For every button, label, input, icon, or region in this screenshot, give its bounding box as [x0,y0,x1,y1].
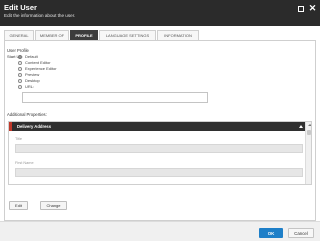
radio-content-editor[interactable]: Content Editor [18,60,51,65]
radio-default[interactable]: Default [18,54,38,59]
radio-preview[interactable]: Preview [18,72,39,77]
change-button[interactable]: Change [40,201,67,210]
radio-label: URL: [25,84,35,89]
radio-label: Experience Editor [25,66,57,71]
first-name-field-label: First Name [15,161,34,165]
radio-button[interactable] [18,78,22,83]
url-input[interactable] [22,92,208,103]
collapse-icon[interactable] [299,124,303,128]
radio-label: Content Editor [25,60,51,65]
dialog-subtitle: Edit the information about the user. [4,13,76,18]
tab-bar: GENERAL MEMBER OF PROFILE LANGUAGE SETTI… [4,30,200,40]
radio-button[interactable] [18,84,22,89]
cancel-button[interactable]: Cancel [288,228,314,238]
radio-button[interactable] [18,66,22,71]
additional-properties-heading: Additional Properties: [7,112,47,117]
maximize-button[interactable] [296,4,305,13]
radio-label: Preview [25,72,40,77]
additional-properties-box: Delivery Address Title First Name [8,121,312,185]
ok-button[interactable]: OK [259,228,283,238]
scrollbar[interactable] [305,122,311,184]
radio-url[interactable]: URL: [18,84,34,89]
dialog-content: GENERAL MEMBER OF PROFILE LANGUAGE SETTI… [0,26,320,221]
title-field[interactable] [15,144,303,153]
radio-desktop[interactable]: Desktop [18,78,40,83]
close-icon: ✕ [308,3,317,13]
title-field-label: Title [15,137,23,141]
scroll-up-icon[interactable] [307,124,311,126]
dialog-titlebar: Edit User Edit the information about the… [0,0,320,26]
edit-button[interactable]: Edit [9,201,28,210]
delivery-address-title: Delivery Address [17,124,52,129]
radio-experience-editor[interactable]: Experience Editor [18,66,57,71]
tab-profile[interactable]: PROFILE [70,30,98,40]
tab-general[interactable]: GENERAL [4,30,34,40]
user-profile-heading: User Profile [7,48,29,53]
maximize-icon [297,5,304,12]
tab-member-of[interactable]: MEMBER OF [35,30,69,40]
profile-panel: User Profile Start Url: Default Content … [4,40,316,221]
radio-label: Desktop [25,78,40,83]
radio-button[interactable] [18,72,22,77]
first-name-field[interactable] [15,168,303,177]
radio-button[interactable] [18,60,22,65]
radio-label: Default [25,54,38,59]
close-button[interactable]: ✕ [308,4,317,13]
tab-language-settings[interactable]: LANGUAGE SETTINGS [99,30,156,40]
dialog-title: Edit User [4,3,37,12]
scroll-thumb[interactable] [307,130,311,135]
delivery-address-header[interactable]: Delivery Address [9,122,305,131]
tab-information[interactable]: INFORMATION [157,30,199,40]
dialog-footer: OK Cancel [0,221,320,241]
radio-button[interactable] [18,54,22,59]
